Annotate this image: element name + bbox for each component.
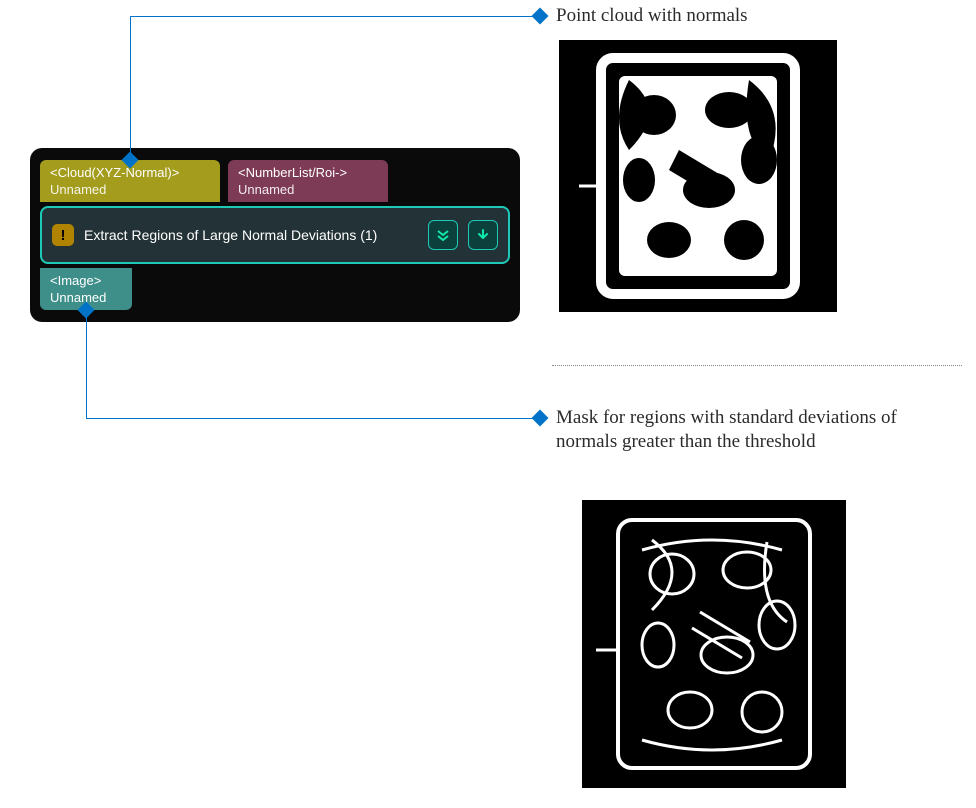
input-port-cloud-name: Unnamed <box>50 181 210 198</box>
callout-line <box>130 16 131 160</box>
output-port-image-type: <Image> <box>50 273 101 288</box>
input-port-numberlist-name: Unnamed <box>238 181 378 198</box>
annotation-point-cloud: Point cloud with normals <box>556 4 936 28</box>
callout-line <box>130 16 540 17</box>
illustration-mask <box>582 500 846 788</box>
input-port-numberlist[interactable]: <NumberList/Roi-> Unnamed <box>228 160 388 202</box>
warning-icon: ! <box>52 224 74 246</box>
illustration-point-cloud <box>559 40 837 312</box>
callout-line <box>86 418 540 419</box>
callout-endpoint-icon <box>532 410 549 427</box>
processing-node: <Cloud(XYZ-Normal)> Unnamed <NumberList/… <box>30 148 520 322</box>
step-label: Extract Regions of Large Normal Deviatio… <box>84 227 418 243</box>
annotation-mask: Mask for regions with standard deviation… <box>556 406 916 454</box>
step-row[interactable]: ! Extract Regions of Large Normal Deviat… <box>40 206 510 264</box>
section-divider <box>552 365 962 366</box>
callout-line <box>86 310 87 418</box>
expand-all-button[interactable] <box>428 220 458 250</box>
input-port-numberlist-type: <NumberList/Roi-> <box>238 164 378 181</box>
output-port-image-name: Unnamed <box>50 290 106 305</box>
run-down-button[interactable] <box>468 220 498 250</box>
callout-endpoint-icon <box>532 8 549 25</box>
